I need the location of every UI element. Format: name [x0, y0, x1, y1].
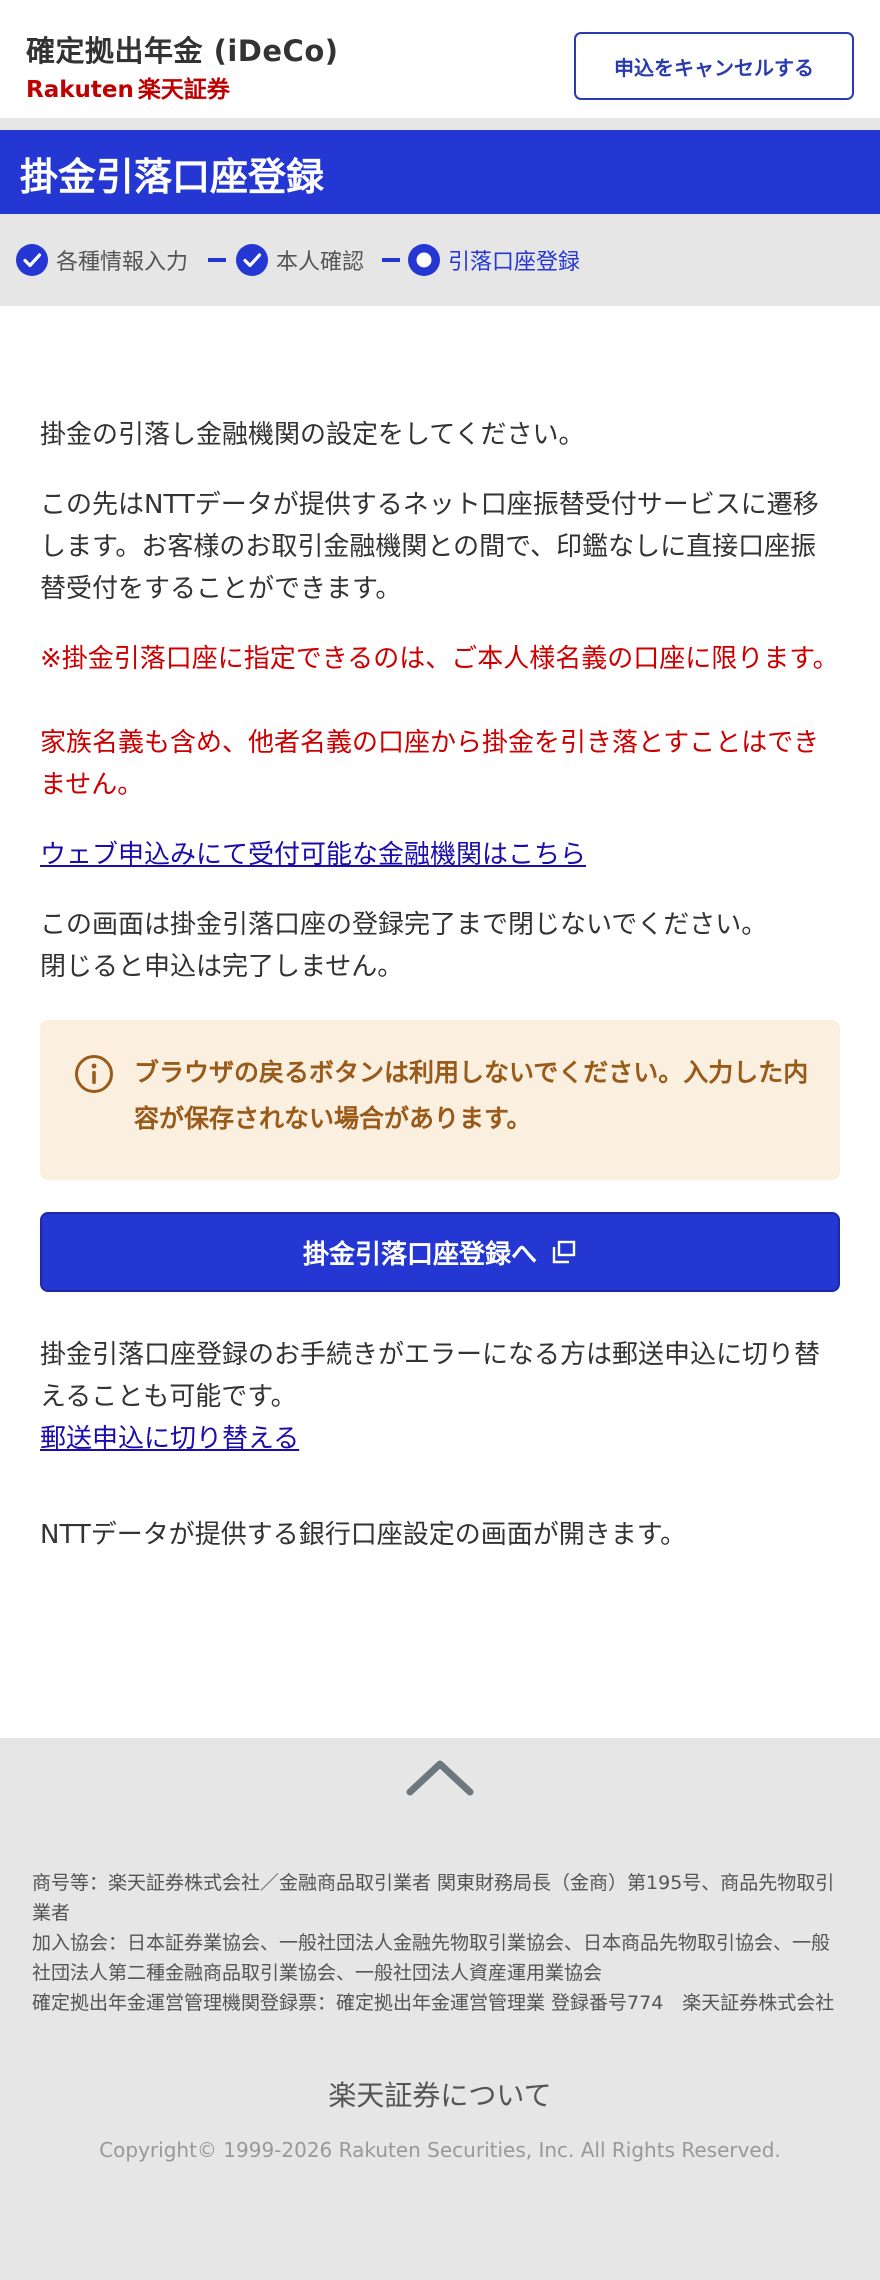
- chevron-up-icon[interactable]: [406, 1756, 474, 1798]
- back-button-notice: ブラウザの戻るボタンは利用しないでください。入力した内容が保存されない場合があり…: [40, 1020, 840, 1180]
- legal-company-registration: 商号等：楽天証券株式会社／金融商品取引業者 関東財務局長（金商）第195号、商品…: [32, 1872, 835, 1924]
- external-window-icon: [552, 1240, 576, 1264]
- eligible-institutions-link[interactable]: ウェブ申込みにて受付可能な金融機関はこちら: [40, 840, 586, 870]
- ntt-screen-note: NTTデータが提供する銀行口座設定の画面が開きます。: [40, 1520, 687, 1550]
- check-circle-icon: [236, 244, 268, 276]
- progress-stepper: 各種情報入力 本人確認 引落口座登録: [0, 214, 880, 306]
- info-circle-icon: [75, 1055, 113, 1093]
- step-info-input: 各種情報入力: [16, 242, 188, 278]
- current-step-ring-icon: [408, 244, 440, 276]
- family-account-warning: 家族名義も含め、他者名義の口座から掛金を引き落とすことはできません。: [40, 728, 820, 800]
- step-label: 引落口座登録: [448, 250, 581, 275]
- brand-company-jp: 楽天証券: [137, 77, 230, 103]
- brand-title: 確定拠出年金 (iDeCo): [26, 34, 339, 68]
- legal-dc-registration: 確定拠出年金運営管理機関登録票：確定拠出年金運営管理業 登録番号774 楽天証券…: [32, 1992, 835, 2014]
- institutions-link-row: ウェブ申込みにて受付可能な金融機関はこちら: [40, 834, 840, 876]
- site-footer: 商号等：楽天証券株式会社／金融商品取引業者 関東財務局長（金商）第195号、商品…: [0, 1738, 880, 2280]
- step-connector: [208, 258, 226, 262]
- step-account-registration: 引落口座登録: [408, 242, 580, 278]
- legal-info: 商号等：楽天証券株式会社／金融商品取引業者 関東財務局長（金商）第195号、商品…: [32, 1868, 848, 2018]
- register-account-label: 掛金引落口座登録へ: [302, 1239, 537, 1270]
- account-holder-warning: ※掛金引落口座に指定できるのは、ご本人様名義の口座に限ります。: [40, 644, 839, 674]
- step-identity-check: 本人確認: [236, 242, 364, 278]
- error-note: 掛金引落口座登録のお手続きがエラーになる方は郵送申込に切り替えることも可能です。: [40, 1340, 821, 1412]
- keep-open-line2: 閉じると申込は完了しません。: [40, 952, 404, 982]
- mail-link-row: 郵送申込に切り替える: [40, 1418, 840, 1460]
- about-rakuten-link[interactable]: 楽天証券について: [0, 2074, 880, 2114]
- brand-logo[interactable]: Rakuten 楽天証券: [26, 70, 230, 104]
- check-circle-icon: [16, 244, 48, 276]
- step-label: 各種情報入力: [56, 250, 189, 275]
- notice-text: ブラウザの戻るボタンは利用しないでください。入力した内容が保存されない場合があり…: [134, 1058, 809, 1133]
- title-bar: 掛金引落口座登録: [0, 130, 880, 214]
- keep-open-line1: この画面は掛金引落口座の登録完了まで閉じないでください。: [40, 910, 768, 940]
- brand-company-latin: Rakuten: [26, 77, 134, 103]
- step-label: 本人確認: [276, 250, 365, 275]
- step-connector: [382, 258, 400, 262]
- app-header: 確定拠出年金 (iDeCo) Rakuten 楽天証券 申込をキャンセルする: [0, 0, 880, 118]
- switch-to-mail-link[interactable]: 郵送申込に切り替える: [40, 1424, 299, 1454]
- register-account-button[interactable]: 掛金引落口座登録へ: [40, 1212, 840, 1292]
- intro-text: 掛金の引落し金融機関の設定をしてください。: [40, 420, 585, 450]
- copyright: Copyright© 1999-2026 Rakuten Securities,…: [99, 2138, 781, 2162]
- legal-associations: 加入協会：日本証券業協会、一般社団法人金融先物取引業協会、日本商品先物取引協会、…: [32, 1932, 831, 1984]
- service-description: この先はNTTデータが提供するネット口座振替受付サービスに遷移します。お客様のお…: [40, 490, 819, 604]
- cancel-application-button[interactable]: 申込をキャンセルする: [574, 32, 854, 100]
- page-title: 掛金引落口座登録: [20, 155, 325, 199]
- header-divider: [0, 118, 880, 130]
